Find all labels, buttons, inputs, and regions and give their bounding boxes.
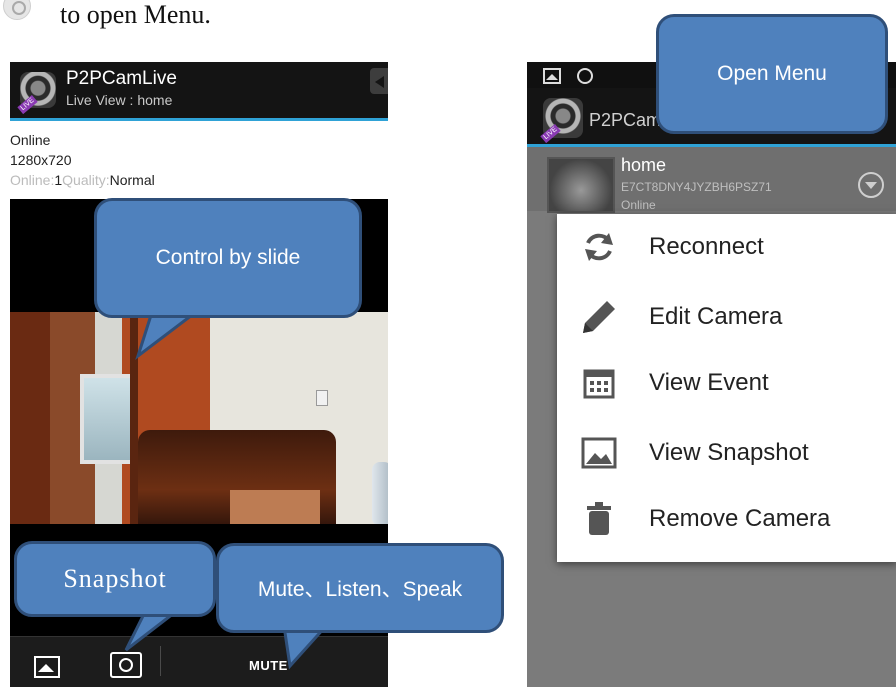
status-image-icon: [543, 68, 561, 84]
menu-item-edit-camera[interactable]: Edit Camera: [557, 284, 896, 350]
refresh-icon: [579, 227, 619, 267]
chevron-down-icon[interactable]: [858, 172, 884, 198]
camera-name: home: [621, 155, 667, 175]
trash-icon: [579, 499, 619, 539]
control-by-slide-callout: Control by slide: [94, 198, 362, 318]
camera-list-screen: 20 LIVE P2PCam home E7CT8DNY4JYZBH6PSZ71…: [527, 62, 896, 687]
snapshot-callout: Snapshot: [14, 541, 216, 617]
app-logo-icon: LIVE: [540, 98, 583, 144]
menu-item-reconnect[interactable]: Reconnect: [557, 214, 896, 280]
camera-uid: E7CT8DNY4JYZBH6PSZ71: [621, 180, 772, 194]
menu-item-label: View Event: [649, 369, 769, 396]
control-by-slide-text: Control by slide: [155, 246, 301, 269]
control-callout-tail: [135, 310, 201, 361]
app-title: P2PCam: [589, 110, 662, 130]
mute-listen-speak-callout: Mute、Listen、Speak: [216, 543, 504, 633]
pencil-icon: [579, 297, 619, 337]
image-icon: [579, 433, 619, 473]
menu-item-view-snapshot[interactable]: View Snapshot: [557, 420, 896, 486]
open-menu-callout: Open Menu: [656, 14, 888, 134]
menu-item-label: Remove Camera: [649, 505, 831, 532]
menu-item-label: View Snapshot: [649, 439, 809, 466]
mute-listen-speak-text: Mute、Listen、Speak: [257, 578, 463, 601]
camera-thumbnail: [547, 157, 615, 213]
camera-context-menu: Reconnect Edit Camera View Event View Sn…: [557, 214, 896, 562]
open-menu-callout-text: Open Menu: [717, 62, 827, 85]
menu-item-label: Edit Camera: [649, 303, 783, 330]
status-clock-icon: [577, 68, 593, 84]
camera-status: Online: [621, 198, 656, 212]
menu-item-remove-camera[interactable]: Remove Camera: [557, 486, 896, 552]
snapshot-callout-text: Snapshot: [63, 564, 167, 593]
menu-item-view-event[interactable]: View Event: [557, 350, 896, 416]
calendar-icon: [579, 363, 619, 403]
menu-item-label: Reconnect: [649, 233, 764, 260]
